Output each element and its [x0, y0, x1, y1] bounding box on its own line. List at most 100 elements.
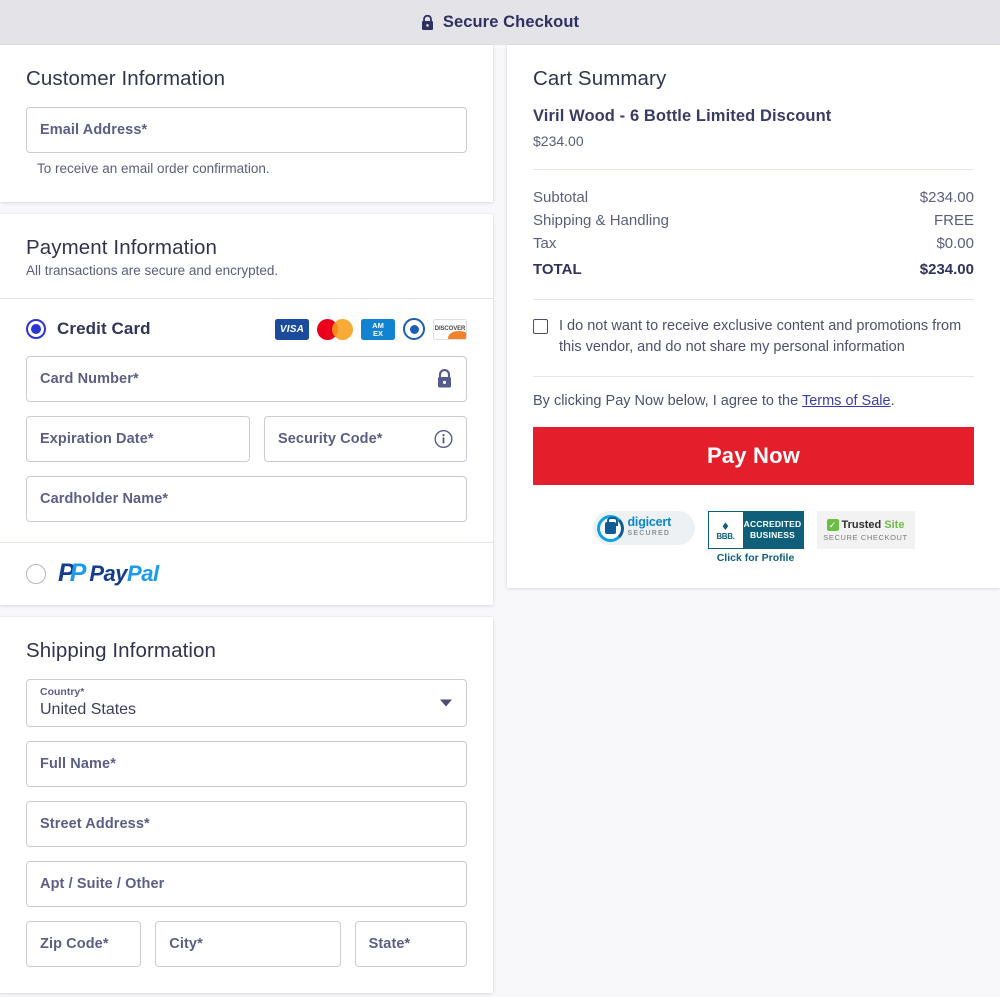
- totals-label: Shipping & Handling: [533, 212, 669, 229]
- country-value: United States: [40, 701, 137, 718]
- visa-icon: VISA: [275, 318, 309, 340]
- shipping-information-title: Shipping Information: [26, 639, 217, 662]
- trustedsite-site: Site: [884, 518, 905, 531]
- security-code-placeholder: Security Code*: [278, 431, 383, 447]
- product-price: $234.00: [533, 133, 584, 149]
- credit-card-label: Credit Card: [57, 319, 151, 338]
- customer-information-card: Customer Information Email Address* To r…: [0, 45, 493, 202]
- zip-code-placeholder: Zip Code*: [40, 936, 109, 952]
- marketing-optout[interactable]: I do not want to receive exclusive conte…: [533, 316, 974, 358]
- street-address-field[interactable]: Street Address*: [26, 801, 467, 847]
- terms-suffix: .: [890, 393, 895, 409]
- divider: [533, 299, 974, 300]
- totals-list: Subtotal $234.00 Shipping & Handling FRE…: [533, 186, 974, 281]
- terms-prefix: By clicking Pay Now below, I agree to th…: [533, 393, 802, 409]
- trust-badges: digicert SECURED ♦ BBB. ACCREDITED BUSIN…: [533, 511, 974, 564]
- city-field[interactable]: City*: [155, 921, 341, 967]
- left-column: Customer Information Email Address* To r…: [0, 45, 493, 997]
- terms-text: By clicking Pay Now below, I agree to th…: [533, 393, 974, 409]
- check-icon: ✓: [826, 518, 839, 531]
- radio-credit-card[interactable]: [26, 319, 46, 339]
- email-field[interactable]: Email Address*: [26, 107, 467, 153]
- paypal-icon: PP Pay Pal: [58, 559, 159, 587]
- trustedsite-sub: SECURE CHECKOUT: [823, 532, 908, 542]
- card-number-field[interactable]: Card Number*: [26, 356, 467, 402]
- totals-value: $234.00: [919, 189, 974, 206]
- bbb-line1: ACCREDITED: [743, 519, 802, 529]
- pay-now-button[interactable]: Pay Now: [533, 427, 974, 485]
- totals-value: $234.00: [919, 261, 974, 278]
- cart-summary-title: Cart Summary: [533, 67, 667, 90]
- terms-of-sale-link[interactable]: Terms of Sale: [802, 393, 891, 409]
- apt-suite-field[interactable]: Apt / Suite / Other: [26, 861, 467, 907]
- info-icon[interactable]: [434, 429, 453, 449]
- trustedsite-trusted: Trusted: [841, 518, 882, 531]
- totals-value: $0.00: [936, 235, 974, 252]
- expiration-date-field[interactable]: Expiration Date*: [26, 416, 250, 462]
- totals-row: Subtotal $234.00: [533, 186, 974, 209]
- email-helper-text: To receive an email order confirmation.: [37, 161, 270, 176]
- digicert-sub: SECURED: [627, 530, 671, 537]
- shipping-information-card: Shipping Information Country* United Sta…: [0, 617, 493, 993]
- country-label: Country*: [40, 686, 85, 698]
- page-title: Secure Checkout: [442, 13, 580, 31]
- discover-icon: DISCOVER: [433, 318, 467, 340]
- divider: [533, 169, 974, 170]
- lock-icon: [421, 14, 434, 31]
- mastercard-icon: [317, 318, 353, 340]
- digicert-name: digicert: [627, 515, 672, 529]
- customer-information-title: Customer Information: [26, 67, 226, 90]
- chevron-down-icon[interactable]: [440, 699, 452, 707]
- payment-method-credit-card[interactable]: Credit Card VISA AM EX DISCOVER: [0, 299, 493, 340]
- totals-value: FREE: [933, 212, 974, 229]
- totals-label: TOTAL: [533, 261, 582, 278]
- payment-header: Payment Information All transactions are…: [0, 214, 493, 298]
- totals-label: Tax: [533, 235, 557, 252]
- amex-icon: AM EX: [361, 318, 395, 340]
- payment-information-card: Payment Information All transactions are…: [0, 214, 493, 605]
- digicert-lock-icon: [596, 514, 624, 542]
- right-column: Cart Summary Viril Wood - 6 Bottle Limit…: [507, 45, 1000, 600]
- bbb-line2: BUSINESS: [749, 530, 796, 540]
- apt-suite-placeholder: Apt / Suite / Other: [40, 876, 165, 892]
- checkout-page: Secure Checkout Customer Information Ema…: [0, 0, 1000, 997]
- digicert-badge[interactable]: digicert SECURED: [592, 511, 695, 545]
- cardholder-name-field[interactable]: Cardholder Name*: [26, 476, 467, 522]
- city-placeholder: City*: [169, 936, 203, 952]
- bbb-badge[interactable]: ♦ BBB. ACCREDITED BUSINESS Click for Pro…: [707, 511, 804, 564]
- totals-row: Shipping & Handling FREE: [533, 209, 974, 232]
- payment-method-paypal[interactable]: PP Pay Pal: [0, 543, 493, 605]
- country-select[interactable]: Country* United States: [26, 679, 467, 727]
- totals-row: Tax $0.00: [533, 232, 974, 255]
- cart-summary-card: Cart Summary Viril Wood - 6 Bottle Limit…: [507, 45, 1000, 588]
- divider: [533, 376, 974, 377]
- totals-row-total: TOTAL $234.00: [533, 255, 974, 281]
- diners-club-icon: [403, 318, 425, 340]
- full-name-field[interactable]: Full Name*: [26, 741, 467, 787]
- optout-checkbox[interactable]: [533, 319, 548, 334]
- product-name: Viril Wood - 6 Bottle Limited Discount: [533, 107, 832, 125]
- email-placeholder: Email Address*: [40, 122, 148, 138]
- cardholder-name-placeholder: Cardholder Name*: [40, 491, 169, 507]
- state-field[interactable]: State*: [354, 921, 467, 967]
- lock-icon: [436, 369, 453, 389]
- state-placeholder: State*: [368, 936, 411, 952]
- full-name-placeholder: Full Name*: [40, 756, 116, 772]
- street-address-placeholder: Street Address*: [40, 816, 150, 832]
- card-number-placeholder: Card Number*: [40, 371, 139, 387]
- bbb-mark: BBB.: [716, 531, 735, 541]
- trustedsite-badge[interactable]: ✓ Trusted Site SECURE CHECKOUT: [816, 511, 915, 549]
- card-brand-logos: VISA AM EX DISCOVER: [275, 318, 467, 340]
- payment-subtitle: All transactions are secure and encrypte…: [26, 263, 279, 278]
- credit-card-fields: Card Number* Expiration Date* Security C…: [0, 340, 493, 542]
- radio-paypal[interactable]: [26, 564, 46, 584]
- expiration-date-placeholder: Expiration Date*: [40, 431, 154, 447]
- bbb-torch-icon: ♦ BBB.: [708, 512, 743, 548]
- security-code-field[interactable]: Security Code*: [264, 416, 467, 462]
- bbb-click-for-profile[interactable]: Click for Profile: [717, 552, 795, 564]
- totals-label: Subtotal: [533, 189, 589, 206]
- zip-code-field[interactable]: Zip Code*: [26, 921, 142, 967]
- optout-label: I do not want to receive exclusive conte…: [559, 318, 962, 355]
- secure-checkout-header: Secure Checkout: [0, 0, 1000, 45]
- payment-information-title: Payment Information: [26, 236, 218, 259]
